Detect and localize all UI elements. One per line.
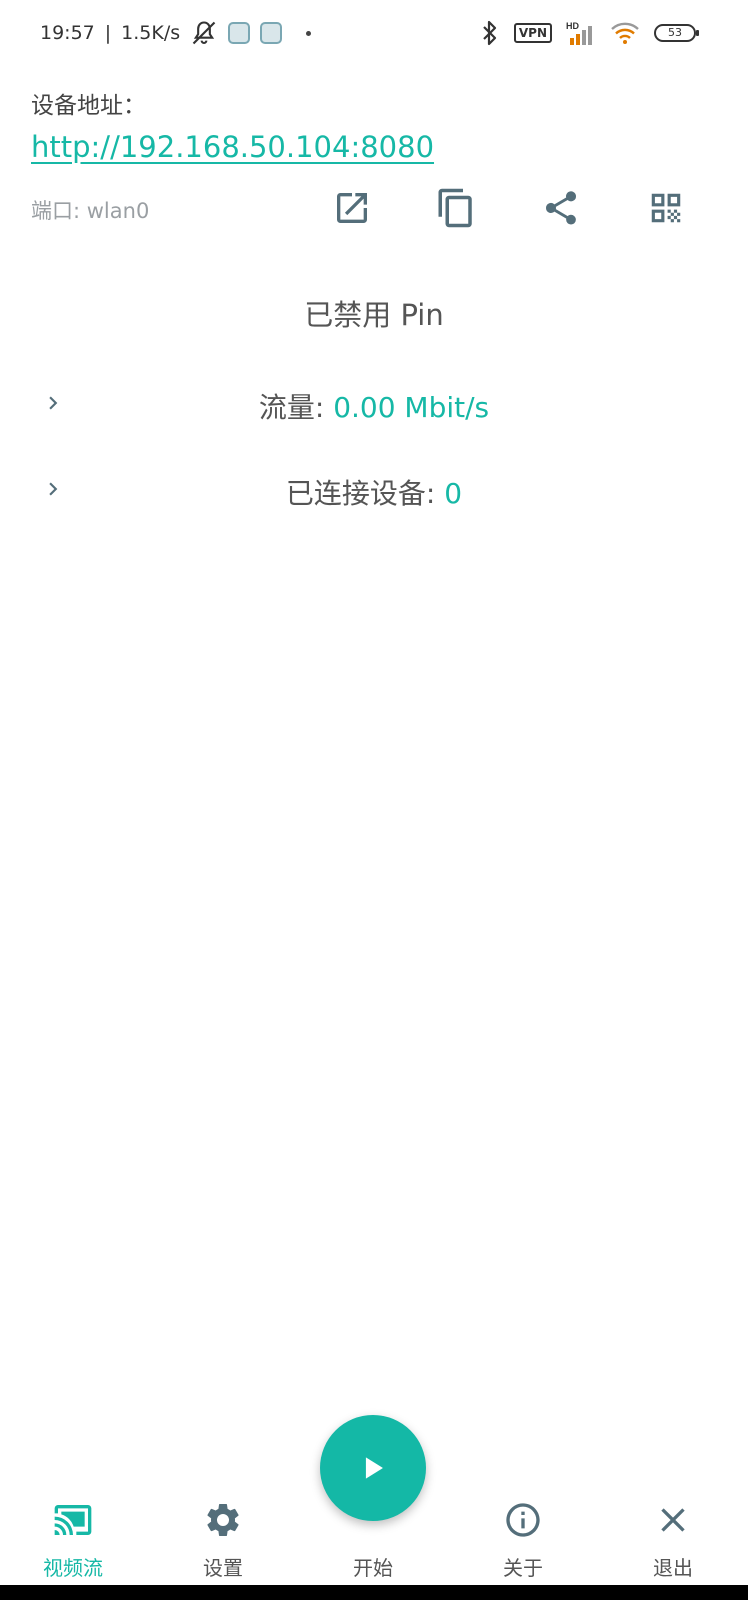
traffic-label: 流量: <box>258 391 334 424</box>
device-address-label: 设备地址： <box>31 93 146 119</box>
nav-exit-label: 退出 <box>653 1556 693 1580</box>
open-in-browser-button[interactable] <box>328 184 376 232</box>
device-address-link[interactable]: http://192.168.50.104:8080 <box>31 130 434 164</box>
play-icon <box>365 1457 383 1479</box>
app-notification-icon <box>260 22 283 44</box>
app-notification-icon <box>228 22 251 44</box>
share-icon <box>545 191 577 225</box>
port-label: 端口: wlan0 <box>31 199 150 223</box>
status-left: 19:57 | 1.5K/s <box>40 18 312 48</box>
cell-signal-icon: HD <box>566 21 592 45</box>
signal-hd-label: HD <box>566 21 579 31</box>
screen: 19:57 | 1.5K/s VPN HD 53 设备地址： http://19… <box>0 0 748 1600</box>
close-icon <box>661 1508 685 1532</box>
nav-exit[interactable]: 退出 <box>613 1500 733 1580</box>
bluetooth-icon <box>483 20 496 46</box>
battery-indicator: 53 <box>654 24 699 42</box>
wifi-icon <box>611 22 639 44</box>
traffic-value: 0.00 Mbit/s <box>333 391 490 424</box>
copy-address-button[interactable] <box>432 184 480 232</box>
connected-clients-row[interactable]: 已连接设备: 0 <box>0 464 748 514</box>
connected-clients-value: 0 <box>444 477 463 510</box>
pin-status: 已禁用 Pin <box>304 298 444 332</box>
info-icon <box>506 1503 540 1537</box>
nav-about[interactable]: 关于 <box>463 1500 583 1580</box>
start-stream-button[interactable] <box>320 1415 426 1521</box>
nav-about-label: 关于 <box>503 1556 543 1580</box>
nav-stream[interactable]: 视频流 <box>13 1500 133 1580</box>
status-net-speed: 1.5K/s <box>121 22 181 44</box>
status-time: 19:57 <box>40 22 95 44</box>
muted-bell-icon <box>192 21 216 45</box>
nav-settings[interactable]: 设置 <box>163 1500 283 1580</box>
nav-start-label[interactable]: 开始 <box>313 1552 433 1581</box>
nav-settings-label: 设置 <box>203 1556 243 1580</box>
system-gesture-bar <box>0 1585 748 1600</box>
status-bar: 19:57 | 1.5K/s VPN HD 53 <box>0 0 748 66</box>
gear-icon <box>207 1504 239 1536</box>
traffic-text: 流量: 0.00 Mbit/s <box>0 386 748 426</box>
qr-code-icon <box>651 193 681 223</box>
copy-icon <box>438 188 472 228</box>
open-in-new-icon <box>337 193 367 223</box>
status-right: VPN HD 53 <box>480 18 699 48</box>
cast-connected-icon <box>54 1505 92 1535</box>
status-separator: | <box>104 22 112 44</box>
qr-code-button[interactable] <box>642 184 690 232</box>
more-notifications-dot-icon <box>306 30 312 36</box>
vpn-badge: VPN <box>513 23 552 43</box>
traffic-row[interactable]: 流量: 0.00 Mbit/s <box>0 378 748 428</box>
connected-clients-text: 已连接设备: 0 <box>0 472 748 512</box>
connected-clients-label: 已连接设备: <box>285 477 445 510</box>
nav-stream-label: 视频流 <box>43 1556 103 1580</box>
share-address-button[interactable] <box>537 184 585 232</box>
